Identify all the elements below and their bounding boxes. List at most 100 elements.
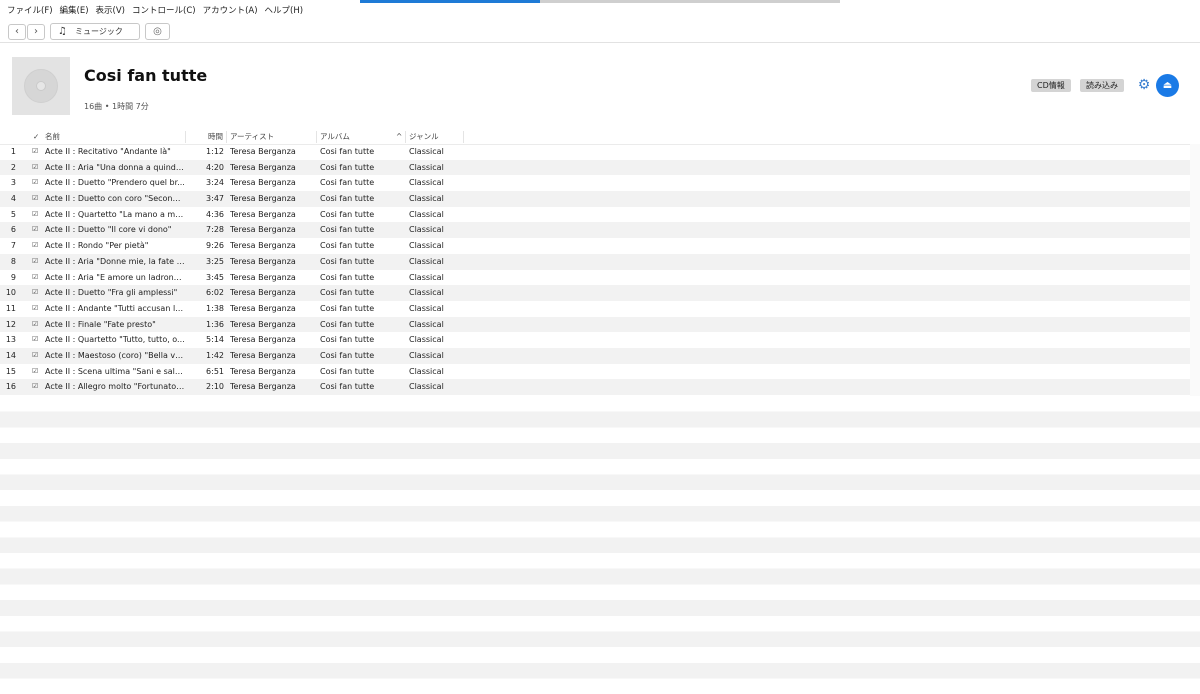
track-row[interactable]: 8 ☑ Acte II : Aria "Donne mie, la fate a..… [0, 253, 1190, 270]
track-row[interactable]: 5 ☑ Acte II : Quartetto "La mano a me... 4:… [0, 207, 1190, 223]
menu-account[interactable]: アカウント(A) [203, 4, 258, 18]
track-artist: Teresa Berganza [230, 303, 296, 313]
track-row[interactable]: 16 ☑ Acte II : Allegro molto "Fortunato l.… [0, 379, 1190, 395]
column-album[interactable]: アルバム [320, 130, 350, 144]
cd-info-button[interactable]: CD情報 [1031, 79, 1071, 92]
empty-list-area [0, 396, 1200, 694]
import-button[interactable]: 読み込み [1080, 79, 1124, 92]
track-artist: Teresa Berganza [230, 162, 296, 172]
column-divider[interactable] [405, 131, 406, 143]
menu-edit[interactable]: 編集(E) [60, 4, 89, 18]
track-genre: Classical [409, 225, 444, 235]
column-name[interactable]: 名前 [45, 130, 60, 144]
track-artist: Teresa Berganza [230, 178, 296, 188]
track-checkbox[interactable]: ☑ [32, 238, 42, 254]
track-checkbox[interactable]: ☑ [32, 317, 42, 333]
menu-file[interactable]: ファイル(F) [7, 4, 53, 18]
track-list: 1 ☑ Acte II : Recitativo "Andante là" 1:12 T… [0, 144, 1190, 395]
track-row[interactable]: 13 ☑ Acte II : Quartetto "Tutto, tutto, o.… [0, 332, 1190, 348]
track-album: Cosi fan tutte [320, 225, 375, 235]
radio-button[interactable]: ◎ [145, 23, 170, 40]
track-row[interactable]: 9 ☑ Acte II : Aria "E amore un ladronce...… [0, 270, 1190, 286]
column-divider[interactable] [226, 131, 227, 143]
track-table-header: ✓ 名前 時間 アーティスト アルバム ^ ジャンル [0, 130, 1190, 145]
track-artist: Teresa Berganza [230, 225, 296, 235]
track-number: 12 [5, 319, 16, 329]
menu-view[interactable]: 表示(V) [96, 4, 125, 18]
radio-icon: ◎ [153, 26, 162, 37]
track-number: 6 [10, 225, 16, 235]
track-row[interactable]: 2 ☑ Acte II : Aria "Una donna a quindic...… [0, 159, 1190, 176]
track-checkbox[interactable]: ☑ [32, 379, 42, 395]
back-button[interactable]: ‹ [8, 24, 26, 40]
track-genre: Classical [409, 256, 444, 266]
track-checkbox[interactable]: ☑ [32, 285, 42, 301]
track-row[interactable]: 1 ☑ Acte II : Recitativo "Andante là" 1:12 T… [0, 144, 1190, 160]
track-album: Cosi fan tutte [320, 178, 375, 188]
library-select[interactable]: ♫ ミュージック [50, 23, 140, 40]
track-artist: Teresa Berganza [230, 288, 296, 298]
column-time[interactable]: 時間 [208, 130, 223, 144]
forward-button[interactable]: › [27, 24, 45, 40]
column-divider[interactable] [185, 131, 186, 143]
track-number: 16 [5, 382, 16, 392]
track-name: Acte II : Duetto con coro "Seconda... [45, 194, 185, 204]
track-genre: Classical [409, 366, 444, 376]
track-checkbox[interactable]: ☑ [32, 301, 42, 317]
track-checkbox[interactable]: ☑ [32, 254, 42, 270]
track-album: Cosi fan tutte [320, 162, 375, 172]
track-duration: 1:12 [206, 147, 224, 156]
track-checkbox[interactable]: ☑ [32, 270, 42, 286]
track-checkbox[interactable]: ☑ [32, 332, 42, 348]
track-number: 3 [10, 178, 16, 188]
column-genre[interactable]: ジャンル [409, 130, 439, 144]
column-divider[interactable] [463, 131, 464, 143]
track-row[interactable]: 10 ☑ Acte II : Duetto "Fra gli amplessi" 6:… [0, 285, 1190, 301]
track-row[interactable]: 11 ☑ Acte II : Andante "Tutti accusan le..… [0, 301, 1190, 317]
scrollbar-track[interactable] [1190, 144, 1200, 396]
track-name: Acte II : Aria "Donne mie, la fate a... [45, 256, 185, 266]
track-genre: Classical [409, 194, 444, 204]
track-duration: 2:10 [206, 382, 224, 392]
track-name: Acte II : Aria "E amore un ladronce... [45, 272, 185, 282]
toolbar: ‹ › ♫ ミュージック ◎ [0, 20, 1200, 43]
track-number: 14 [5, 350, 16, 360]
track-duration: 1:38 [206, 303, 224, 313]
menu-controls[interactable]: コントロール(C) [132, 4, 196, 18]
loading-progress-fill [360, 0, 540, 3]
music-note-icon: ♫ [58, 26, 67, 37]
track-row[interactable]: 3 ☑ Acte II : Duetto "Prendero quel br... 3… [0, 175, 1190, 191]
track-album: Cosi fan tutte [320, 288, 375, 298]
track-checkbox[interactable]: ☑ [32, 191, 42, 207]
track-name: Acte II : Duetto "Fra gli amplessi" [45, 288, 178, 298]
track-row[interactable]: 6 ☑ Acte II : Duetto "Il core vi dono" 7:28… [0, 222, 1190, 239]
track-checkbox[interactable]: ☑ [32, 144, 42, 160]
column-divider[interactable] [316, 131, 317, 143]
column-check[interactable]: ✓ [33, 130, 39, 144]
track-row[interactable]: 12 ☑ Acte II : Finale "Fate presto" 1:36 Ter… [0, 316, 1190, 333]
chevron-left-icon: ‹ [15, 26, 19, 37]
eject-button[interactable]: ⏏ [1156, 74, 1179, 97]
track-row[interactable]: 4 ☑ Acte II : Duetto con coro "Seconda... 3… [0, 191, 1190, 207]
track-number: 1 [10, 147, 16, 156]
column-artist[interactable]: アーティスト [230, 130, 274, 144]
track-genre: Classical [409, 319, 444, 329]
gear-icon[interactable]: ⚙ [1136, 77, 1152, 93]
track-artist: Teresa Berganza [230, 335, 296, 345]
track-genre: Classical [409, 209, 444, 219]
track-duration: 6:02 [206, 288, 224, 298]
track-checkbox[interactable]: ☑ [32, 207, 42, 223]
track-genre: Classical [409, 162, 444, 172]
track-row[interactable]: 7 ☑ Acte II : Rondo "Per pietà" 9:26 Teresa … [0, 238, 1190, 254]
track-checkbox[interactable]: ☑ [32, 364, 42, 380]
track-checkbox[interactable]: ☑ [32, 222, 42, 238]
track-checkbox[interactable]: ☑ [32, 160, 42, 176]
track-row[interactable]: 14 ☑ Acte II : Maestoso (coro) "Bella vit.… [0, 347, 1190, 364]
track-genre: Classical [409, 241, 444, 251]
track-number: 10 [5, 288, 16, 298]
track-checkbox[interactable]: ☑ [32, 348, 42, 364]
track-row[interactable]: 15 ☑ Acte II : Scena ultima "Sani e salvi"… [0, 364, 1190, 380]
track-genre: Classical [409, 382, 444, 392]
track-checkbox[interactable]: ☑ [32, 175, 42, 191]
menu-help[interactable]: ヘルプ(H) [265, 4, 304, 18]
